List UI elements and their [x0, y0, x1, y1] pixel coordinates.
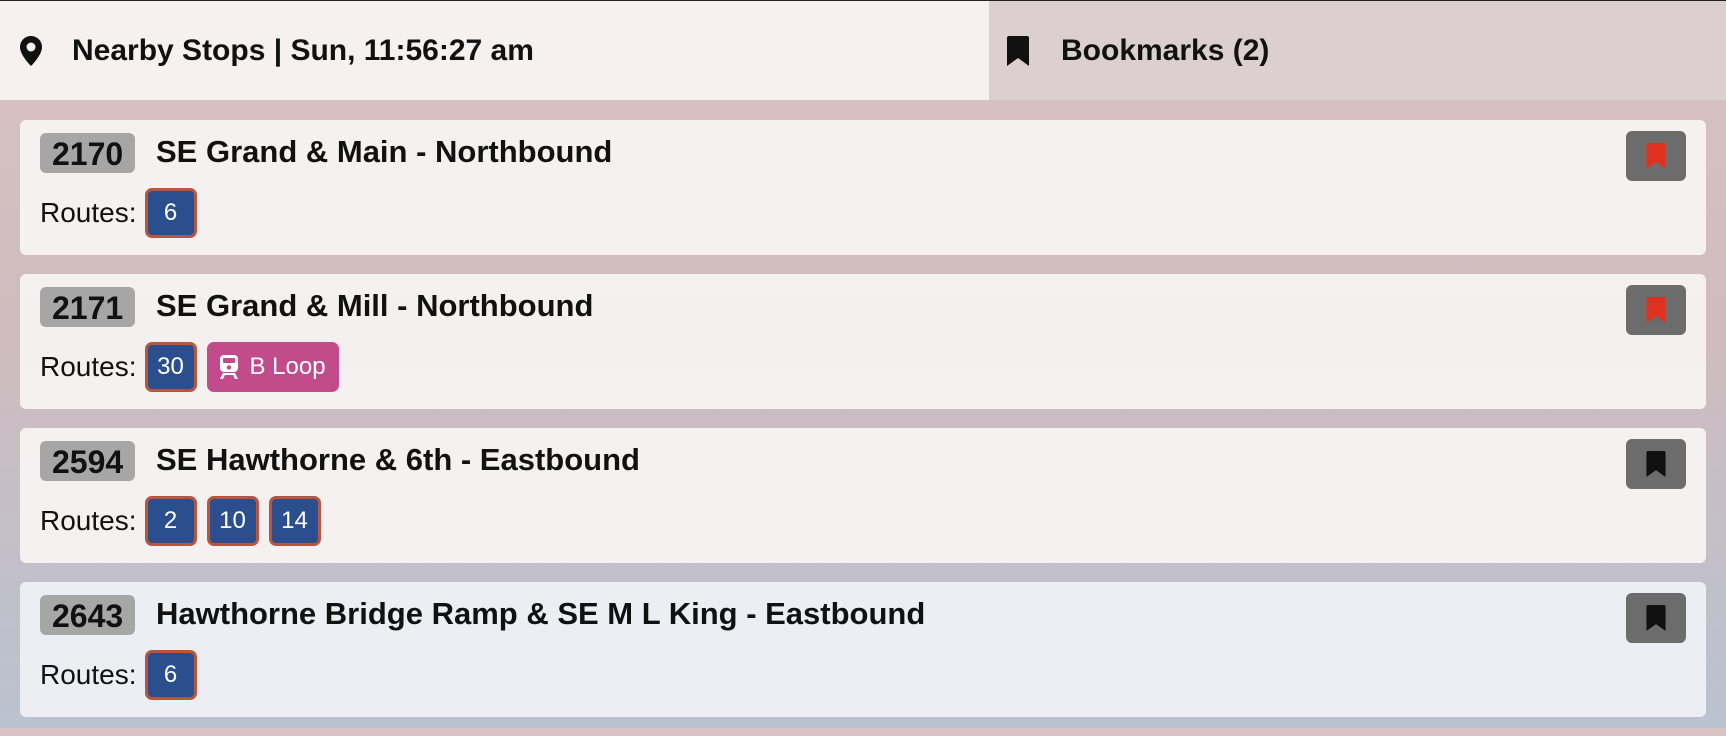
- route-badge[interactable]: 6: [144, 650, 197, 700]
- streetcar-route-label: B Loop: [249, 353, 326, 380]
- route-badge[interactable]: 14: [268, 496, 321, 546]
- stop-name: SE Grand & Main - Northbound: [156, 134, 613, 169]
- bookmark-toggle-button[interactable]: [1626, 593, 1686, 643]
- bookmark-toggle-button[interactable]: [1626, 439, 1686, 489]
- route-badge[interactable]: 10: [206, 496, 259, 546]
- tab-bar: Nearby Stops | Sun, 11:56:27 am Bookmark…: [0, 1, 1726, 100]
- routes-row: Routes: 30 B Loop: [40, 342, 349, 392]
- stop-id-badge: 2594: [40, 441, 136, 481]
- stop-card[interactable]: 2171 SE Grand & Mill - Northbound Routes: 3…: [20, 274, 1706, 409]
- routes-label: Routes:: [40, 197, 137, 228]
- routes-label: Routes:: [40, 505, 137, 536]
- stop-list: 2170 SE Grand & Main - Northbound Routes: 6…: [20, 120, 1706, 736]
- stop-id-badge: 2643: [40, 595, 136, 635]
- streetcar-icon: [218, 355, 240, 379]
- bookmark-icon: [1646, 143, 1666, 169]
- routes-row: Routes: 6: [40, 650, 207, 700]
- map-pin-icon: [20, 31, 54, 71]
- bookmark-toggle-button[interactable]: [1626, 285, 1686, 335]
- stop-id-badge: 2171: [40, 287, 136, 327]
- tab-nearby-label: Nearby Stops | Sun, 11:56:27 am: [72, 33, 534, 67]
- bookmark-toggle-button[interactable]: [1626, 131, 1686, 181]
- bookmark-icon: [1646, 605, 1666, 631]
- bookmark-icon: [1646, 451, 1666, 477]
- tab-bookmarks-label: Bookmarks (2): [1061, 33, 1270, 67]
- stop-card[interactable]: 2170 SE Grand & Main - Northbound Routes: 6: [20, 120, 1706, 255]
- bookmark-icon: [1007, 31, 1041, 71]
- route-badge[interactable]: 2: [144, 496, 197, 546]
- stop-name: SE Hawthorne & 6th - Eastbound: [156, 442, 640, 477]
- stop-card[interactable]: 2643 Hawthorne Bridge Ramp & SE M L King …: [20, 582, 1706, 717]
- stop-card[interactable]: 2594 SE Hawthorne & 6th - Eastbound Routes…: [20, 428, 1706, 563]
- stop-name: Hawthorne Bridge Ramp & SE M L King - Ea…: [156, 596, 926, 631]
- streetcar-route-badge[interactable]: B Loop: [206, 342, 339, 392]
- stop-id-badge: 2170: [40, 133, 136, 173]
- stop-name: SE Grand & Mill - Northbound: [156, 288, 594, 323]
- route-badge[interactable]: 30: [144, 342, 197, 392]
- routes-label: Routes:: [40, 659, 137, 690]
- tab-nearby-stops[interactable]: Nearby Stops | Sun, 11:56:27 am: [0, 1, 989, 100]
- routes-row: Routes: 2 10 14: [40, 496, 331, 546]
- route-badge[interactable]: 6: [144, 188, 197, 238]
- tab-bookmarks[interactable]: Bookmarks (2): [989, 1, 1726, 100]
- routes-row: Routes: 6: [40, 188, 207, 238]
- routes-label: Routes:: [40, 351, 137, 382]
- bookmark-icon: [1646, 297, 1666, 323]
